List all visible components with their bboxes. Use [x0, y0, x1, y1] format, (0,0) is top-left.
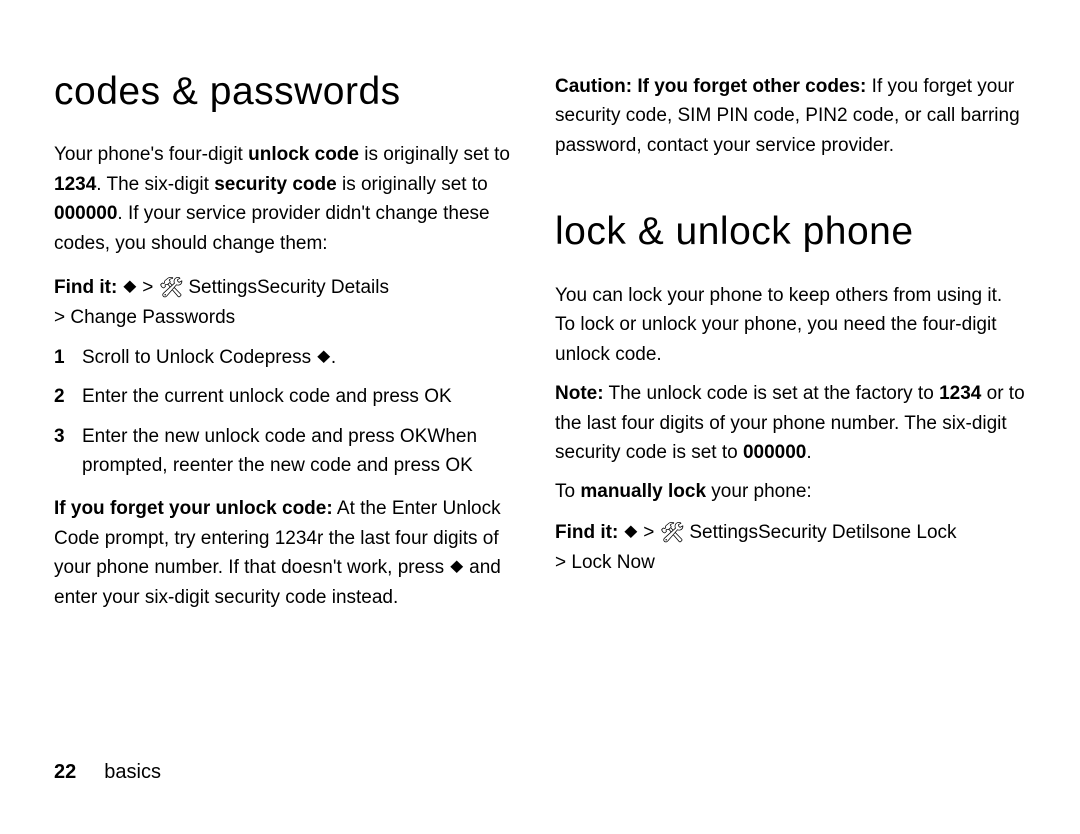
step-1: Scroll to Unlock Codepress ⯁. — [54, 343, 525, 372]
heading-lock-unlock: lock & unlock phone — [555, 202, 1026, 262]
settings-icon: 🛠 — [660, 522, 684, 544]
center-key-icon: ⯁ — [123, 278, 137, 298]
lock-intro: You can lock your phone to keep others f… — [555, 281, 1026, 369]
note-paragraph: Note: The unlock code is set at the fact… — [555, 379, 1026, 467]
steps-list: Scroll to Unlock Codepress ⯁. Enter the … — [54, 343, 525, 481]
page-footer: 22 basics — [54, 761, 161, 784]
manual-lock-lead: To manually lock your phone: — [555, 477, 1026, 506]
intro-paragraph: Your phone's four-digit unlock code is o… — [54, 140, 525, 258]
settings-icon: 🛠 — [159, 277, 183, 299]
step-2: Enter the current unlock code and press … — [54, 382, 525, 411]
center-key-icon: ⯁ — [624, 523, 638, 543]
forgot-unlock-paragraph: If you forget your unlock code: At the E… — [54, 494, 525, 612]
step-3: Enter the new unlock code and press OKWh… — [54, 422, 525, 481]
heading-codes-passwords: codes & passwords — [54, 62, 525, 122]
page-number: 22 — [54, 761, 76, 783]
center-key-icon: ⯁ — [316, 348, 330, 368]
caution-paragraph: Caution: If you forget other codes: If y… — [555, 72, 1026, 160]
right-column: Caution: If you forget other codes: If y… — [555, 62, 1026, 794]
center-key-icon: ⯁ — [449, 558, 463, 578]
find-it-line-2: Find it: ⯁ > 🛠 SettingsSecurity Detilson… — [555, 517, 1026, 577]
section-name: basics — [104, 761, 161, 783]
find-it-line-1: Find it: ⯁ > 🛠 SettingsSecurity Details … — [54, 272, 525, 332]
left-column: codes & passwords Your phone's four-digi… — [54, 62, 525, 794]
